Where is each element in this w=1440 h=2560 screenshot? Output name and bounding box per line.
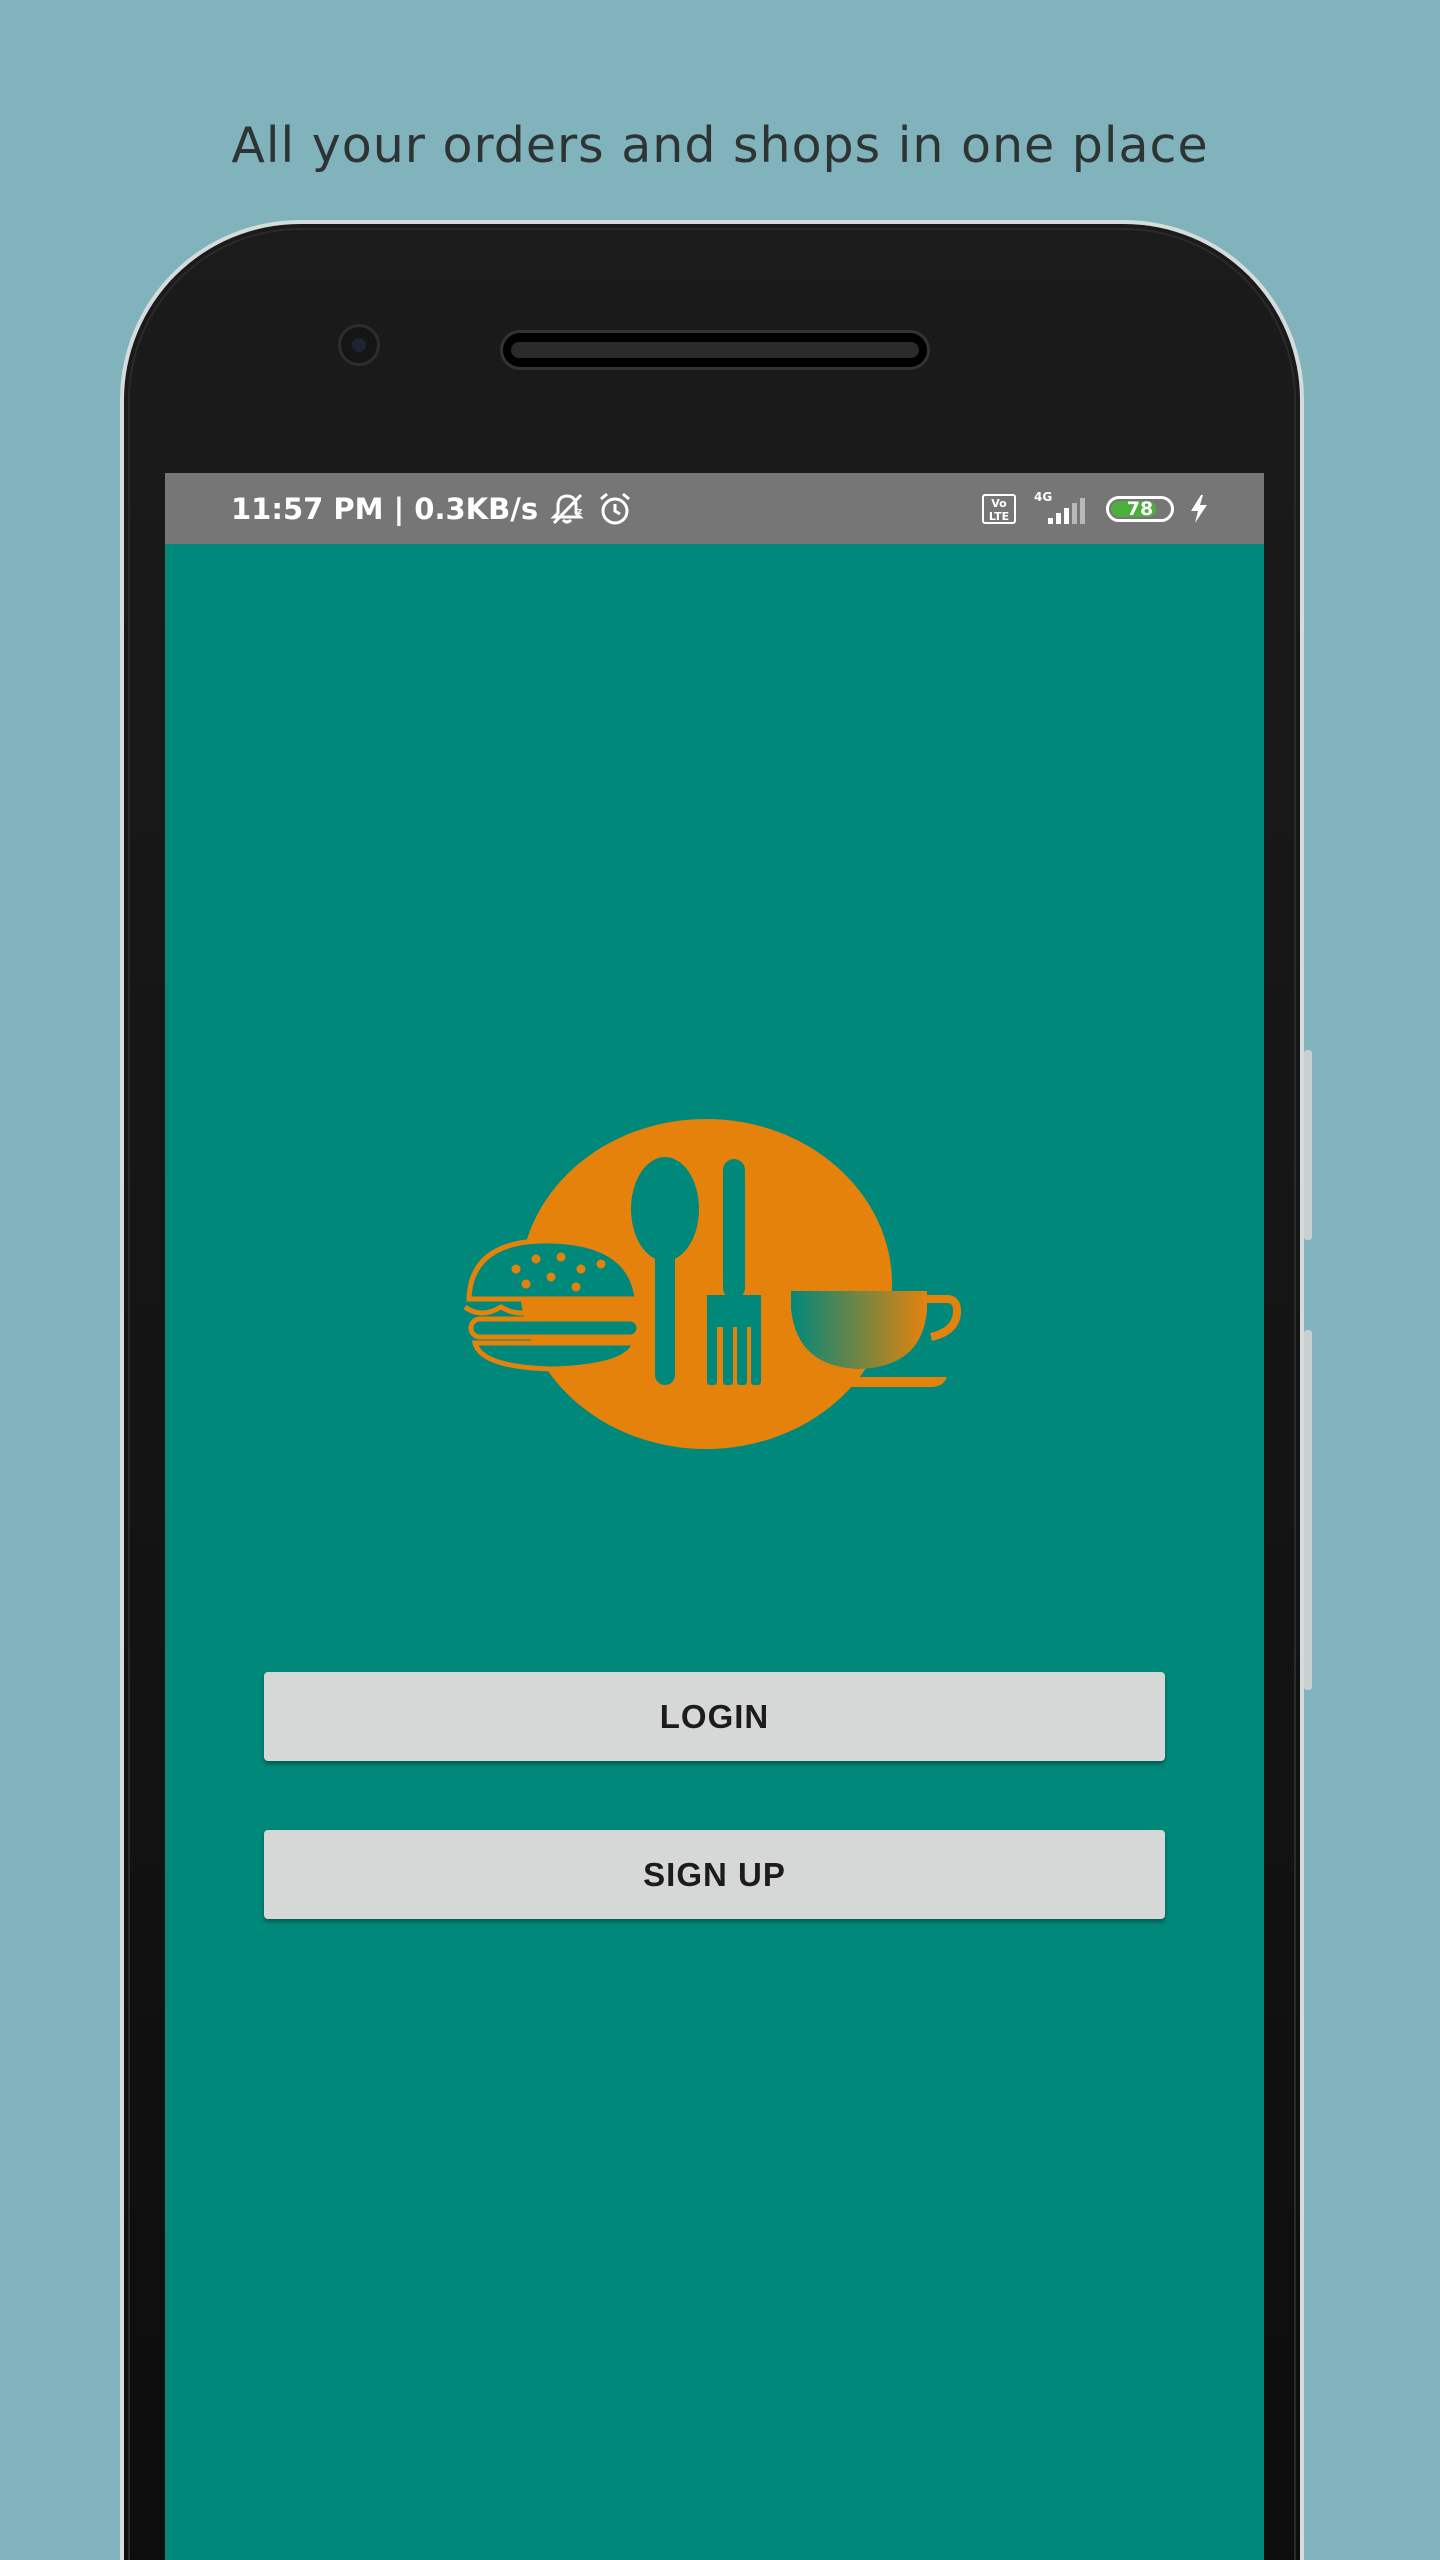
signal-icon: 4G: [1030, 489, 1092, 526]
headline: All your orders and shops in one place: [231, 117, 1209, 174]
status-time: 11:57 PM | 0.3KB/s: [231, 491, 539, 526]
app-screen: 11:57 PM | 0.3KB/s z Vo LTE 4G 78 LOGIN …: [165, 473, 1264, 2560]
power-button: [1304, 1330, 1312, 1690]
volte-icon: Vo LTE: [982, 493, 1016, 524]
volte-label-bottom: LTE: [988, 509, 1010, 523]
status-right: Vo LTE 4G 78: [982, 473, 1210, 544]
status-bar: 11:57 PM | 0.3KB/s z Vo LTE 4G 78: [165, 473, 1264, 544]
svg-text:z: z: [577, 507, 582, 517]
volte-label-top: Vo: [991, 496, 1007, 510]
front-camera: [338, 324, 380, 366]
signup-button[interactable]: SIGN UP: [264, 1830, 1165, 1919]
battery-level: 78: [1126, 497, 1154, 520]
signal-bar-2: [1056, 512, 1061, 524]
volume-button: [1304, 1050, 1312, 1240]
signal-bar-5: [1080, 497, 1085, 524]
status-left: 11:57 PM | 0.3KB/s z: [231, 473, 634, 544]
battery-icon: 78: [1106, 495, 1174, 522]
earpiece-speaker: [500, 330, 930, 370]
signal-bar-3: [1064, 507, 1069, 524]
alarm-icon: [600, 492, 631, 524]
app-logo: [463, 1119, 962, 1449]
signal-bar-1: [1048, 517, 1053, 524]
mute-icon: z: [550, 493, 584, 524]
signal-bar-4: [1072, 502, 1077, 524]
login-button[interactable]: LOGIN: [264, 1672, 1165, 1761]
charging-icon: [1191, 494, 1207, 523]
network-type: 4G: [1034, 489, 1053, 504]
